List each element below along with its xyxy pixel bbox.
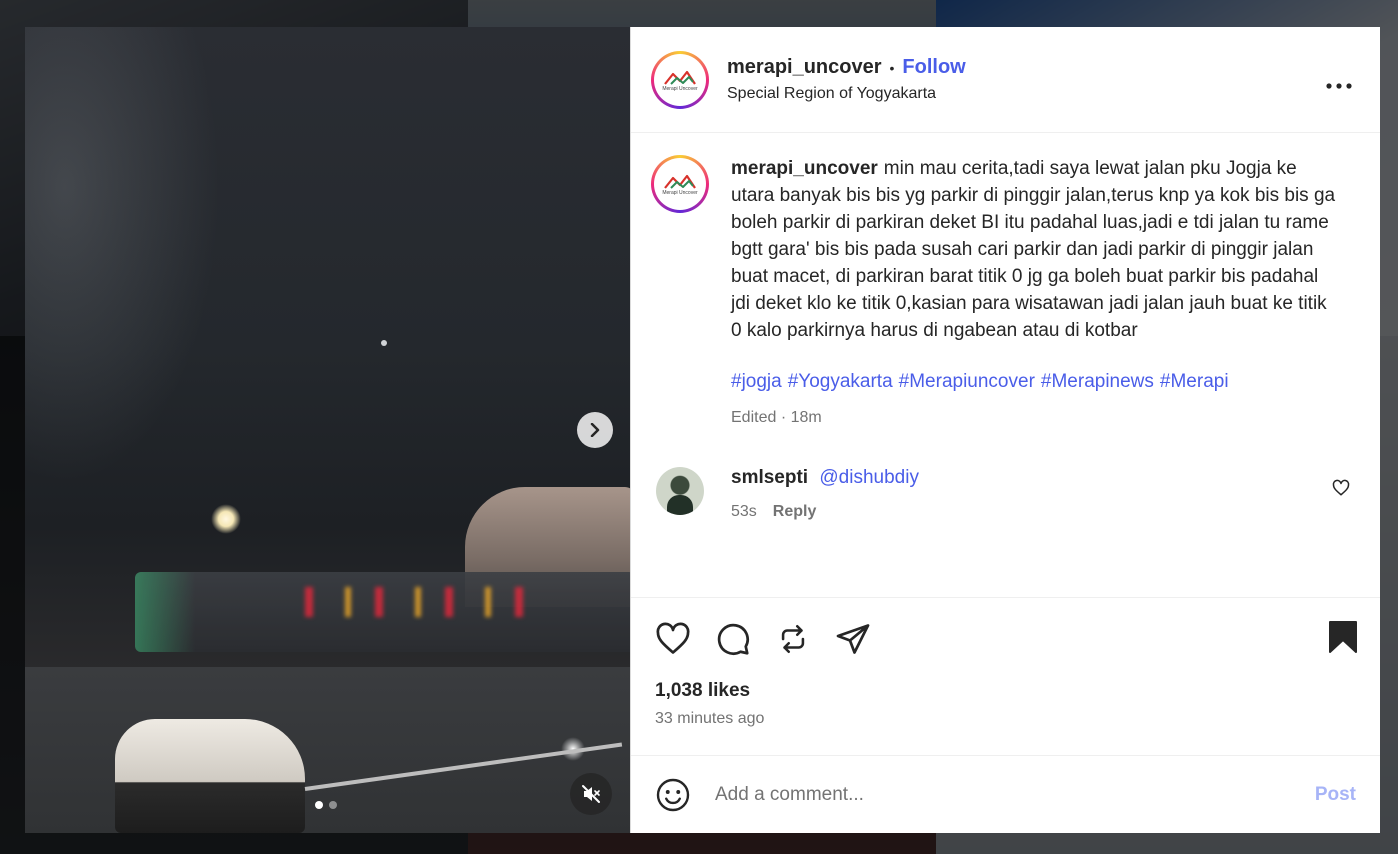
post-side-panel: Merapi Uncover merapi_uncover • Follow S… — [630, 27, 1380, 833]
hashtag-link[interactable]: #Merapinews — [1041, 371, 1154, 393]
media-car — [115, 719, 305, 833]
caption-username[interactable]: merapi_uncover — [731, 158, 878, 179]
comment-input[interactable] — [715, 783, 1315, 806]
hashtag-link[interactable]: #Merapi — [1160, 371, 1229, 393]
carousel-next-button[interactable] — [577, 412, 613, 448]
hashtag-link[interactable]: #jogja — [731, 371, 782, 393]
hashtag-link[interactable]: #Yogyakarta — [788, 371, 893, 393]
avatar-logo: Merapi Uncover — [654, 158, 706, 210]
comments-section[interactable]: Merapi Uncover merapi_uncover min mau cer… — [631, 133, 1380, 597]
post-timestamp[interactable]: 33 minutes ago — [655, 710, 1356, 728]
comment-button[interactable] — [715, 621, 751, 657]
merapi-logo-icon — [664, 70, 696, 85]
repost-button[interactable] — [775, 621, 811, 657]
avatar-logo-text: Merapi Uncover — [662, 85, 698, 92]
comment-line: smlsepti @dishubdiy — [731, 467, 919, 489]
speaker-muted-icon — [582, 785, 600, 803]
comment-time: 53s — [731, 503, 757, 520]
separator-dot: • — [889, 59, 895, 76]
post-comment-button[interactable]: Post — [1315, 784, 1356, 806]
action-row — [655, 616, 1356, 662]
author-avatar[interactable]: Merapi Uncover — [651, 50, 709, 109]
comment-item: smlsepti @dishubdiy 53s Reply — [651, 467, 1360, 521]
paper-plane-icon — [836, 624, 870, 654]
post-caption: Merapi Uncover merapi_uncover min mau cer… — [651, 155, 1360, 427]
save-button[interactable] — [1328, 620, 1358, 659]
hashtag-link[interactable]: #Merapiuncover — [899, 371, 1035, 393]
carousel-dot-active — [315, 801, 323, 809]
reply-button[interactable]: Reply — [773, 503, 817, 521]
follow-button[interactable]: Follow — [902, 56, 965, 79]
merapi-logo-icon — [664, 174, 696, 189]
like-button[interactable] — [655, 621, 691, 657]
caption-content: min mau cerita,tadi saya lewat jalan pku… — [731, 158, 1336, 341]
bookmark-filled-icon — [1329, 621, 1357, 653]
smiley-icon — [656, 778, 690, 811]
avatar-logo-text: Merapi Uncover — [662, 190, 698, 196]
heart-icon — [1332, 479, 1350, 496]
header-line: merapi_uncover • Follow — [727, 56, 966, 79]
caption-meta: Edited · 18m — [731, 409, 822, 426]
media-dot — [381, 340, 387, 346]
author-username[interactable]: merapi_uncover — [727, 56, 882, 79]
post-location[interactable]: Special Region of Yogyakarta — [727, 85, 966, 103]
comment-body: smlsepti @dishubdiy 53s Reply — [731, 467, 919, 521]
more-options-button[interactable] — [1326, 69, 1352, 95]
comment-meta: 53s Reply — [731, 503, 919, 521]
commenter-avatar[interactable] — [656, 467, 704, 515]
media-moon — [211, 504, 241, 534]
caption-body: merapi_uncover min mau cerita,tadi saya l… — [731, 155, 1341, 427]
post-actions: 1,038 likes 33 minutes ago — [631, 597, 1380, 755]
header-text: merapi_uncover • Follow Special Region o… — [727, 56, 966, 103]
media-lights — [305, 587, 555, 617]
post-modal: Merapi Uncover merapi_uncover • Follow S… — [25, 27, 1380, 833]
comment-like-button[interactable] — [1332, 479, 1350, 502]
heart-icon — [656, 622, 690, 654]
comment-mention[interactable]: @dishubdiy — [819, 467, 919, 488]
post-header: Merapi Uncover merapi_uncover • Follow S… — [631, 27, 1380, 133]
like-count[interactable]: 1,038 likes — [655, 680, 1356, 702]
chevron-right-icon — [590, 423, 600, 437]
avatar-logo: Merapi Uncover — [654, 53, 706, 106]
more-horizontal-icon — [1326, 83, 1352, 89]
comment-composer: Post — [631, 755, 1380, 833]
caption-author-avatar[interactable]: Merapi Uncover — [651, 155, 709, 213]
commenter-username[interactable]: smlsepti — [731, 467, 808, 488]
hashtag-list: #jogja #Yogyakarta #Merapiuncover #Merap… — [731, 371, 1341, 393]
mute-toggle-button[interactable] — [570, 773, 612, 815]
post-media[interactable] — [25, 27, 630, 833]
carousel-indicator — [315, 801, 337, 809]
share-button[interactable] — [835, 621, 871, 657]
repost-icon — [781, 624, 805, 654]
speech-bubble-icon — [717, 623, 749, 655]
caption-text: merapi_uncover min mau cerita,tadi saya l… — [731, 155, 1341, 344]
carousel-dot — [329, 801, 337, 809]
emoji-button[interactable] — [655, 777, 691, 813]
